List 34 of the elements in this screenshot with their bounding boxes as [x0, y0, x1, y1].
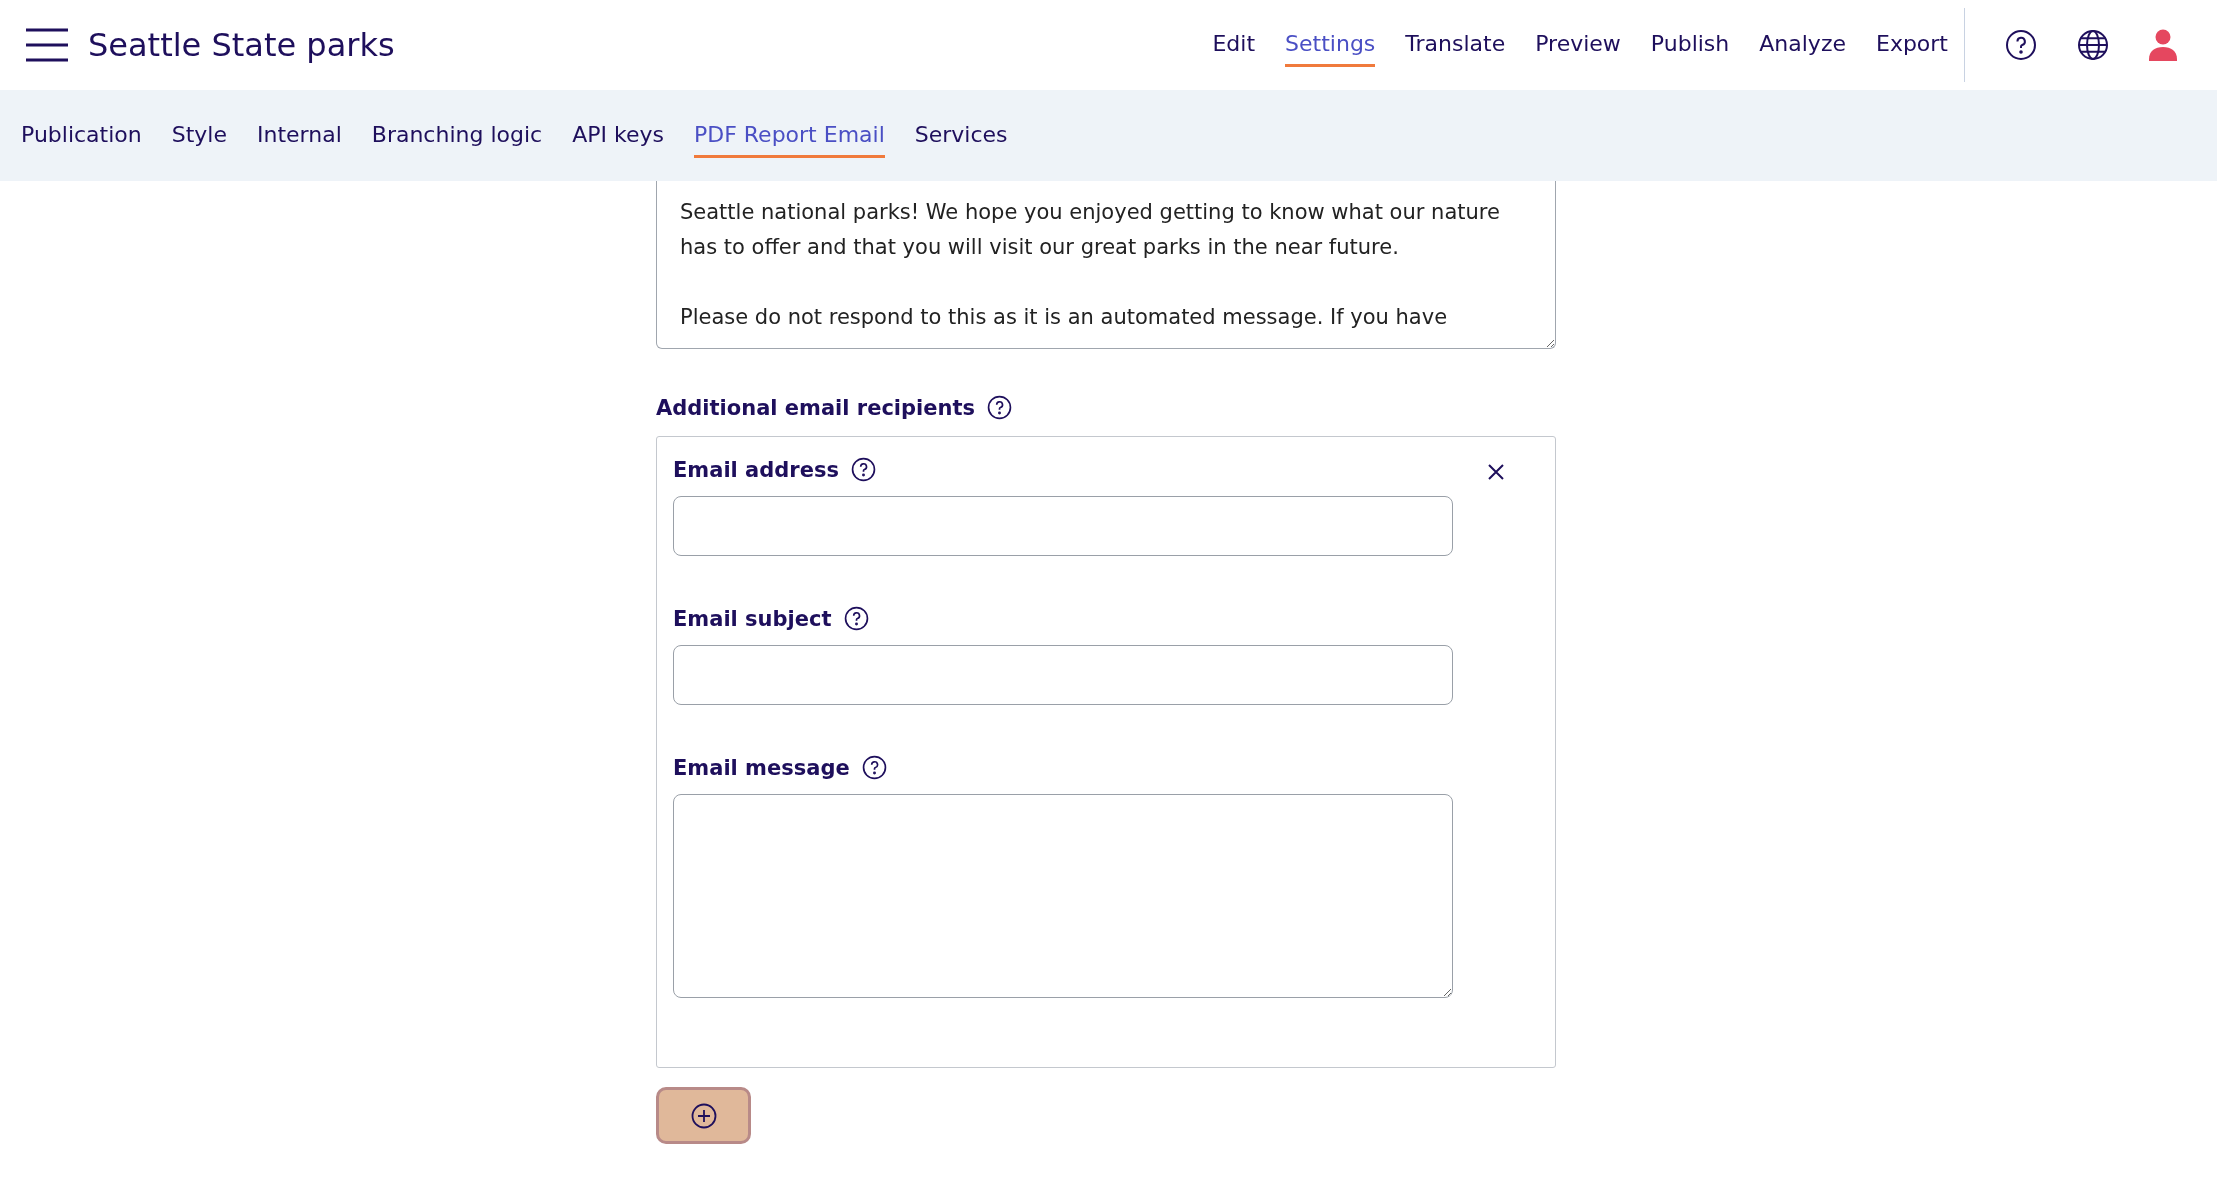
nav-tab[interactable]: Translate [1405, 23, 1506, 67]
plus-icon [690, 1102, 717, 1129]
subnav-tab[interactable]: Branching logic [371, 113, 543, 158]
subnav-tab[interactable]: Publication [21, 113, 142, 158]
help-icon[interactable] [861, 755, 887, 780]
subnav-tab[interactable]: Style [171, 113, 227, 158]
nav-tab[interactable]: Edit [1212, 23, 1256, 67]
menu-icon[interactable] [26, 28, 68, 62]
help-icon[interactable] [2005, 29, 2037, 61]
nav-tab[interactable]: Publish [1650, 23, 1730, 67]
nav-tab[interactable]: Preview [1535, 23, 1621, 67]
help-icon[interactable] [987, 395, 1013, 420]
field-label: Email address [673, 457, 839, 482]
help-icon[interactable] [843, 606, 869, 631]
close-icon[interactable] [1487, 463, 1505, 481]
subnav-tab[interactable]: Internal [257, 113, 342, 158]
input-field[interactable] [673, 496, 1453, 556]
message-field[interactable]: Seattle national parks! We hope you enjoyed getting to know what our nature has to offer and that you will visit our great parks in the near future. Please do not respond to this as it is an automated message. If you have [656, 181, 1556, 349]
nav-tab[interactable]: Analyze [1759, 23, 1846, 67]
subnav-tab[interactable]: API keys [572, 113, 664, 158]
section-title: Additional email recipients [656, 395, 976, 420]
input-field[interactable] [673, 645, 1453, 705]
nav-tab[interactable]: Export [1876, 23, 1948, 67]
message-field[interactable] [673, 794, 1453, 998]
nav-tab[interactable]: Settings [1285, 23, 1376, 67]
help-icon[interactable] [850, 457, 876, 482]
field-label: Email message [673, 755, 850, 780]
app-title: Seattle State parks [88, 26, 396, 64]
subnav-tab[interactable]: Services [914, 113, 1008, 158]
field-label: Email subject [673, 606, 832, 631]
subnav-tab[interactable]: PDF Report Email [693, 113, 885, 158]
user-icon[interactable] [2149, 29, 2177, 61]
add-button[interactable] [656, 1087, 751, 1144]
globe-icon[interactable] [2077, 29, 2109, 61]
